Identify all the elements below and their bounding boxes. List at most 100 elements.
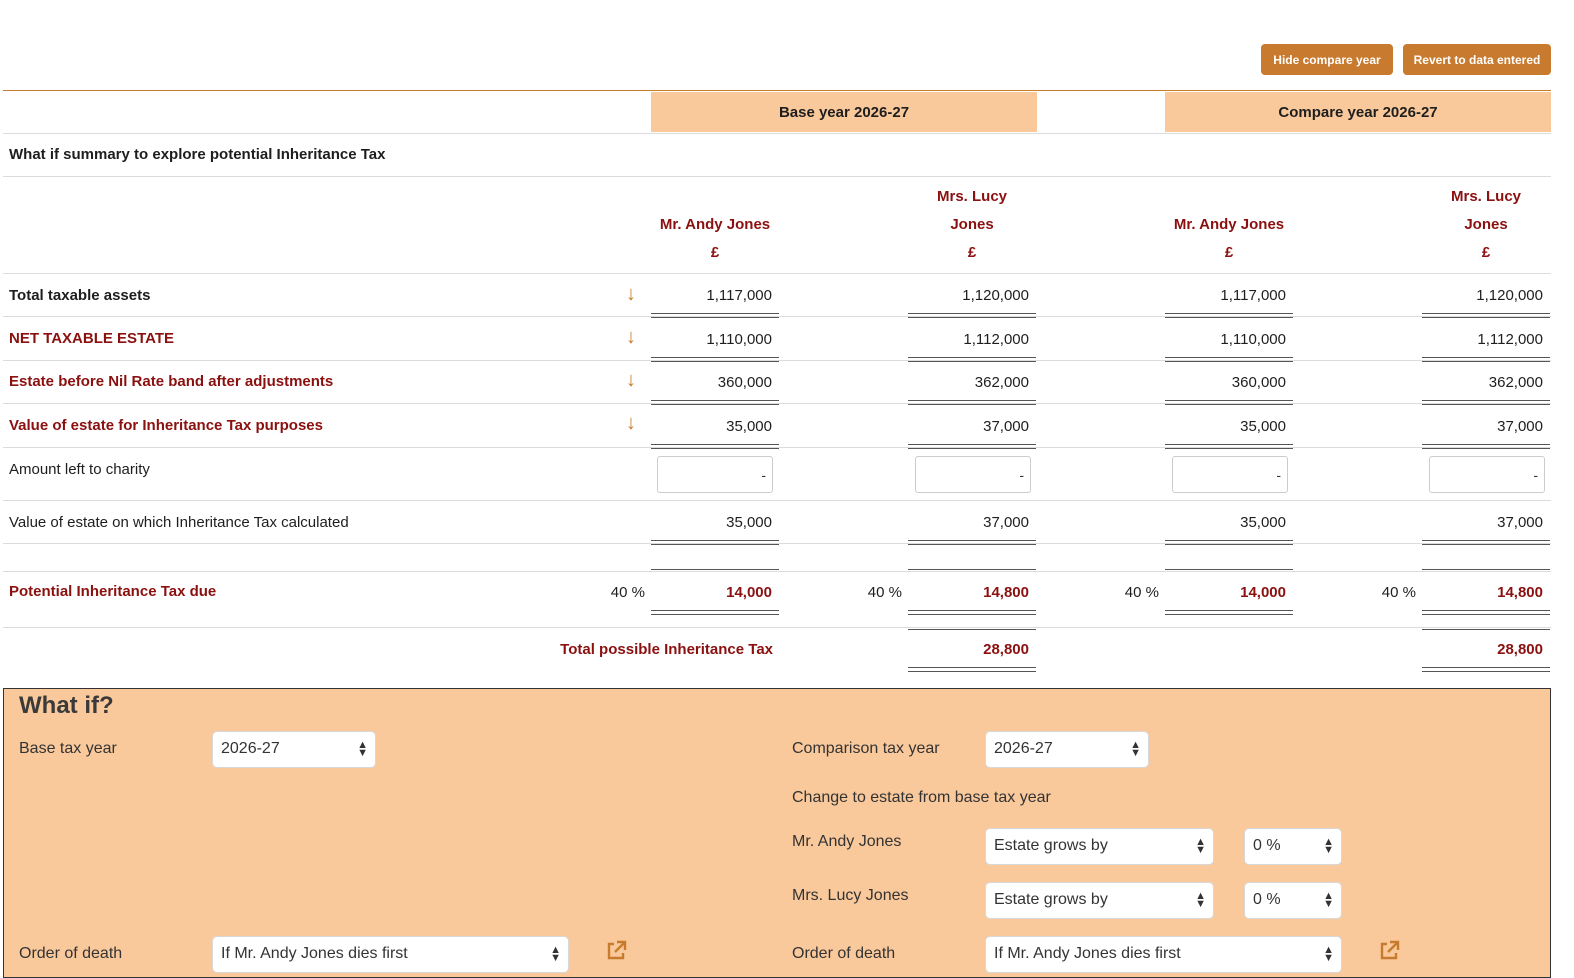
person2-pct-select[interactable]: 0 % ▲ ▼ [1244, 882, 1342, 919]
chevron-updown-icon: ▲ ▼ [357, 739, 368, 759]
base-tax-year-label: Base tax year [19, 740, 117, 757]
compare-order-of-death-label: Order of death [792, 945, 896, 962]
external-link-icon[interactable] [1378, 940, 1400, 962]
chevron-updown-icon: ▲ ▼ [550, 944, 561, 964]
estate-before-nrb-value: 360,000 [1231, 374, 1286, 391]
row-divider [3, 447, 1551, 448]
double-underline [908, 667, 1036, 672]
net-taxable-estate-value: 1,112,000 [963, 331, 1029, 348]
base-order-of-death-select[interactable]: If Mr. Andy Jones dies first ▲ ▼ [212, 936, 569, 973]
row-divider [3, 543, 1551, 544]
what-if-title: What if? [19, 692, 114, 719]
chevron-updown-icon: ▲ ▼ [1130, 739, 1141, 759]
chevron-updown-icon: ▲ ▼ [1323, 890, 1334, 910]
double-underline [651, 610, 779, 615]
summary-title: What if summary to explore potential Inh… [9, 146, 386, 163]
base-tax-year-value: 2026-27 [221, 740, 280, 757]
potential-iht-value: 14,800 [1497, 584, 1543, 601]
total-taxable-assets-label: Total taxable assets [9, 287, 151, 304]
base-tax-year-select[interactable]: 2026-27 ▲ ▼ [212, 731, 376, 768]
estate-before-nrb-value: 362,000 [1488, 374, 1543, 391]
top-rule [1422, 569, 1550, 570]
net-taxable-estate-value: 1,112,000 [1477, 331, 1543, 348]
double-underline [1422, 667, 1550, 672]
person1-change-select[interactable]: Estate grows by ▲ ▼ [985, 828, 1214, 865]
compare-person2-name-line2: Jones [1464, 216, 1508, 233]
row-divider [3, 133, 1551, 134]
comparison-tax-year-label: Comparison tax year [792, 740, 940, 757]
chevron-updown-icon: ▲ ▼ [1323, 944, 1334, 964]
compare-order-of-death-select[interactable]: If Mr. Andy Jones dies first ▲ ▼ [985, 936, 1342, 973]
row-divider [3, 273, 1551, 274]
comparison-tax-year-value: 2026-27 [994, 740, 1053, 757]
compare-year-header: Compare year 2026-27 [1165, 92, 1551, 132]
value-for-iht-value: 35,000 [1240, 418, 1286, 435]
change-to-estate-label: Change to estate from base tax year [792, 789, 1051, 806]
potential-iht-value: 14,000 [1240, 584, 1286, 601]
person2-change-value: Estate grows by [994, 891, 1108, 908]
arrow-down-icon[interactable]: ↓ [626, 370, 636, 390]
estate-before-nrb-value: 360,000 [717, 374, 772, 391]
base-person1-name: Mr. Andy Jones [659, 216, 771, 233]
person1-change-value: Estate grows by [994, 837, 1108, 854]
iht-calculated-value: 37,000 [1497, 514, 1543, 531]
value-for-iht-label: Value of estate for Inheritance Tax purp… [9, 417, 323, 434]
charity-input[interactable]: - [915, 456, 1031, 493]
total-taxable-assets-value: 1,120,000 [1476, 287, 1543, 304]
row-divider [3, 403, 1551, 404]
base-order-of-death-label: Order of death [19, 945, 123, 962]
arrow-down-icon[interactable]: ↓ [626, 413, 636, 433]
potential-iht-value: 14,000 [726, 584, 772, 601]
row-divider [3, 571, 1551, 572]
top-rule [1422, 629, 1550, 630]
potential-iht-value: 14,800 [983, 584, 1029, 601]
comparison-tax-year-select[interactable]: 2026-27 ▲ ▼ [985, 731, 1149, 768]
row-divider [3, 500, 1551, 501]
double-underline [1165, 610, 1293, 615]
net-taxable-estate-value: 1,110,000 [1220, 331, 1286, 348]
external-link-icon[interactable] [605, 940, 627, 962]
total-taxable-assets-value: 1,117,000 [706, 287, 772, 304]
estate-before-nrb-value: 362,000 [974, 374, 1029, 391]
row-divider [3, 627, 1551, 628]
base-person2-name-line2: Jones [950, 216, 994, 233]
arrow-down-icon[interactable]: ↓ [626, 327, 636, 347]
value-for-iht-value: 35,000 [726, 418, 772, 435]
what-if-panel: What if? Base tax year 2026-27 ▲ ▼ Compar… [3, 688, 1551, 978]
charity-input[interactable]: - [657, 456, 773, 493]
net-taxable-estate-label: NET TAXABLE ESTATE [9, 330, 174, 347]
compare-person1-name: Mr. Andy Jones [1173, 216, 1285, 233]
row-divider [3, 360, 1551, 361]
total-taxable-assets-value: 1,117,000 [1220, 287, 1286, 304]
row-divider [3, 176, 1551, 177]
revert-to-data-entered-button[interactable]: Revert to data entered [1403, 44, 1551, 75]
base-order-of-death-value: If Mr. Andy Jones dies first [221, 945, 408, 962]
row-divider [3, 316, 1551, 317]
total-possible-iht-value: 28,800 [983, 641, 1029, 658]
total-taxable-assets-value: 1,120,000 [962, 287, 1029, 304]
person2-change-label: Mrs. Lucy Jones [792, 887, 909, 904]
charity-input[interactable]: - [1172, 456, 1288, 493]
base-person2-name-line1: Mrs. Lucy [936, 188, 1008, 205]
charity-input[interactable]: - [1429, 456, 1545, 493]
total-possible-iht-value: 28,800 [1497, 641, 1543, 658]
person2-change-select[interactable]: Estate grows by ▲ ▼ [985, 882, 1214, 919]
person1-change-label: Mr. Andy Jones [792, 833, 902, 850]
header-divider [3, 90, 1551, 91]
double-underline [908, 610, 1036, 615]
iht-calculated-value: 35,000 [726, 514, 772, 531]
value-for-iht-value: 37,000 [1497, 418, 1543, 435]
top-rule [1165, 569, 1293, 570]
value-for-iht-value: 37,000 [983, 418, 1029, 435]
chevron-updown-icon: ▲ ▼ [1195, 890, 1206, 910]
potential-iht-label: Potential Inheritance Tax due [9, 583, 217, 600]
top-rule [908, 629, 1036, 630]
arrow-down-icon[interactable]: ↓ [626, 284, 636, 304]
iht-rate: 40 % [1124, 584, 1159, 601]
hide-compare-year-button[interactable]: Hide compare year [1261, 44, 1393, 75]
net-taxable-estate-value: 1,110,000 [706, 331, 772, 348]
base-year-header: Base year 2026-27 [651, 92, 1037, 132]
double-underline [1422, 610, 1550, 615]
person1-pct-select[interactable]: 0 % ▲ ▼ [1244, 828, 1342, 865]
person1-pct-value: 0 % [1253, 837, 1281, 854]
